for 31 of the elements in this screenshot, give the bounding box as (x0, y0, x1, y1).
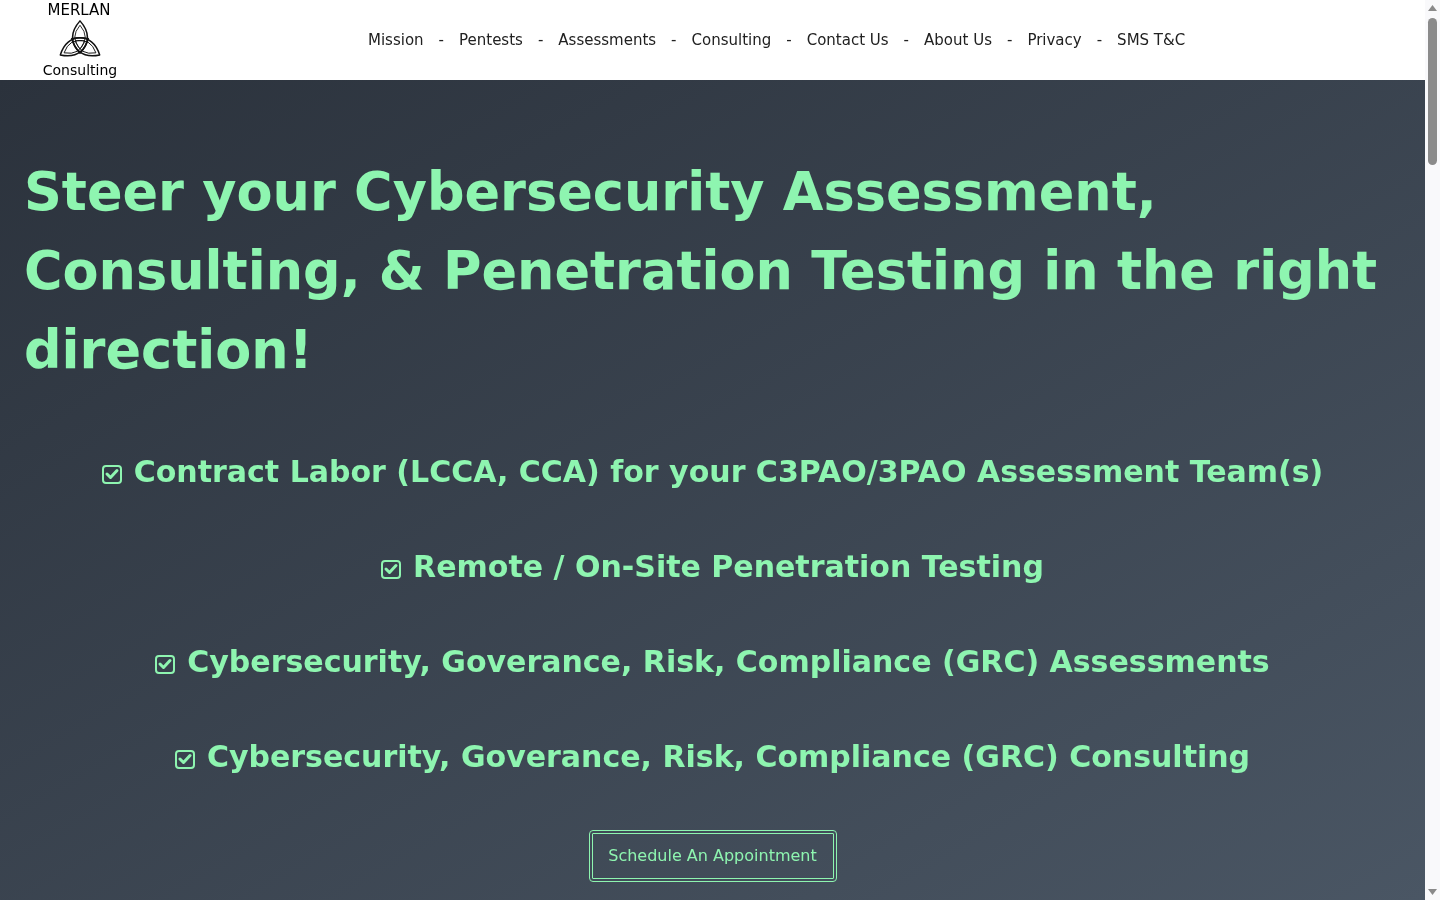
checkbox-checked-icon (155, 655, 176, 674)
feature-text: Cybersecurity, Goverance, Risk, Compliance (GRC) Assessments (187, 643, 1270, 681)
scroll-down-arrow-icon[interactable] (1428, 889, 1437, 895)
schedule-appointment-button[interactable]: Schedule An Appointment (588, 830, 837, 882)
nav-separator: - (438, 29, 444, 51)
nav-link[interactable]: Privacy (1027, 28, 1082, 52)
checkbox-checked-icon (101, 465, 122, 484)
nav-separator: - (786, 29, 792, 51)
nav-link[interactable]: Consulting (691, 28, 772, 52)
scroll-up-arrow-icon[interactable] (1428, 5, 1437, 11)
nav-separator: - (671, 29, 677, 51)
logo-text: MERLAN (47, 2, 111, 19)
nav-link[interactable]: About Us (924, 28, 992, 52)
checkbox-checked-icon (174, 750, 195, 769)
logo-text: Consulting (42, 62, 118, 78)
nav-separator: - (903, 29, 910, 51)
nav-link[interactable]: Mission (368, 28, 424, 52)
nav-link[interactable]: SMS T&C (1117, 28, 1186, 52)
checkbox-checked-icon (381, 560, 402, 579)
feature-text: Remote / On-Site Penetration Testing (413, 548, 1044, 586)
feature-text: Contract Labor (LCCA, CCA) for your C3PAO/3PAO Assessment Team(s) (133, 453, 1324, 491)
nav-link[interactable]: Contact Us (806, 28, 889, 52)
nav-separator: - (1096, 29, 1103, 51)
nav-separator: - (537, 29, 544, 51)
scrollbar-thumb[interactable] (1428, 18, 1437, 165)
nav-separator: - (1006, 29, 1013, 51)
nav-link[interactable]: Pentests (459, 28, 523, 52)
feature-text: Cybersecurity, Goverance, Risk, Compliance (GRC) Consulting (206, 738, 1251, 776)
scrollbar[interactable] (1425, 0, 1440, 900)
hero-heading: Steer your Cybersecurity Assessment, Consulting, & Penetration Testing in the right direction! (23, 160, 1379, 382)
nav-link[interactable]: Assessments (558, 28, 657, 52)
